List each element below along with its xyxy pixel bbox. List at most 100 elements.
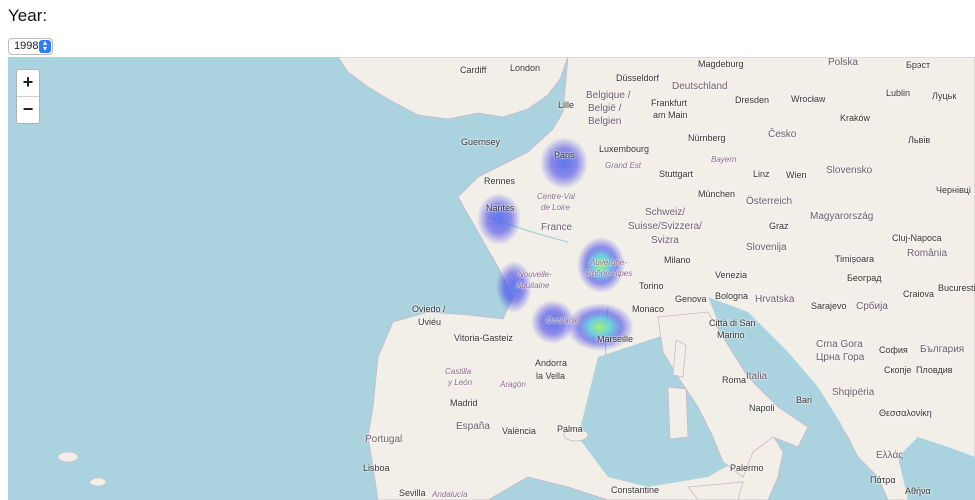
map-label: Palermo (730, 463, 764, 473)
map-label: Stuttgart (659, 169, 694, 179)
map-label: Polska (828, 57, 859, 68)
map-label: Madrid (450, 398, 478, 408)
map-label: Lille (558, 100, 575, 110)
year-select[interactable]: 1998 ▴ ▾ (8, 38, 53, 55)
map-label: Palma (557, 424, 583, 434)
map-label: Città di San (709, 318, 756, 328)
map-label: y León (448, 378, 473, 387)
map-label: Andorra (535, 358, 568, 368)
map-basemap (57, 57, 975, 500)
map-label: de Loire (541, 203, 570, 212)
map-label: Napoli (749, 403, 775, 413)
map-label: Луцьк (932, 91, 957, 101)
map-label: Genova (675, 294, 707, 304)
map-label: Slovenija (746, 242, 787, 253)
map-label: Nürnberg (688, 133, 726, 143)
map-label: România (907, 248, 948, 259)
map-label: Ελλάς (876, 450, 904, 461)
map-label: Aragón (500, 380, 526, 389)
map-label: Wrocław (791, 94, 826, 104)
zoom-in-button[interactable]: + (17, 70, 39, 96)
map-label: Lisboa (363, 463, 390, 473)
land-sardinia (667, 386, 689, 440)
map-label: Timișoara (835, 254, 875, 264)
map-label: Oviedo / (412, 304, 446, 314)
map-label: Česko (768, 129, 797, 140)
map-label: Kraków (840, 113, 871, 123)
map-label: Deutschland (672, 81, 728, 92)
map-label: Linz (753, 169, 770, 179)
map-label: España (456, 421, 490, 432)
zoom-out-button[interactable]: − (17, 96, 39, 123)
map-label: Venezia (715, 270, 748, 280)
map-label: Frankfurt (651, 98, 688, 108)
map-label: Vitoria-Gasteiz (454, 333, 513, 343)
map-label: Bayern (711, 155, 737, 164)
map-label: Львів (908, 135, 931, 145)
map-label: België / (588, 103, 622, 114)
map-label: Craiova (903, 289, 935, 299)
map-label: Portugal (365, 434, 403, 445)
map-label: Occitanie (546, 316, 580, 325)
map-label: Wien (786, 170, 807, 180)
map-label: Suisse/Svizzera/ (628, 221, 702, 232)
map-label: Auvergne- (590, 258, 627, 267)
map-label: France (541, 222, 573, 233)
map-label: Roma (722, 375, 747, 385)
map-label: Guernsey (461, 137, 501, 147)
map-label: Cardiff (460, 65, 487, 75)
map-label: Düsseldorf (616, 73, 660, 83)
map-label: Rhône-Alpes (586, 269, 633, 278)
map-label: München (698, 189, 736, 199)
map-label: Nouvelle- (518, 270, 552, 279)
map-label: London (510, 63, 541, 73)
map-label: Nantes (486, 203, 515, 213)
map-label: Schweiz/ (645, 207, 686, 218)
map-label: Cluj-Napoca (892, 233, 942, 243)
map-label: Sarajevo (811, 301, 847, 311)
map-label: Torino (639, 281, 664, 291)
map-label: Пловдив (916, 365, 953, 375)
select-arrows-icon: ▴ ▾ (39, 39, 51, 53)
land-island-2 (89, 477, 107, 487)
map-label: Castilla (445, 367, 472, 376)
map-label: Milano (664, 255, 691, 265)
heat-spot-nantes (477, 193, 521, 245)
map-label: Belgique / (586, 90, 631, 101)
land-island-1 (57, 451, 79, 463)
map-label: la Vella (536, 371, 566, 381)
map-label: Брэст (906, 60, 931, 70)
map-label: Monaco (632, 304, 665, 314)
heat-spot-paris (540, 137, 588, 189)
map-label: Црна Гора (816, 352, 865, 363)
map-label: Marino (717, 330, 745, 340)
map-label: Crna Gora (816, 339, 863, 350)
map-label: Magdeburg (698, 59, 744, 69)
map-label: Centre-Val (537, 192, 575, 201)
map-label: Hrvatska (755, 294, 795, 305)
map-label: Bari (796, 395, 813, 405)
map-label: Österreich (746, 196, 793, 207)
map-label: Αθήνα (905, 486, 931, 496)
map-label: Sevilla (399, 488, 426, 498)
map-label: София (879, 345, 908, 355)
map-label: Slovensko (826, 165, 873, 176)
year-select-value: 1998 (14, 40, 39, 52)
zoom-control: + − (16, 69, 40, 124)
map-label: Constantine (611, 485, 660, 495)
map-label: Uviéu (418, 317, 442, 327)
map-label: Shqipëria (832, 387, 875, 398)
map-label: Θεσσαλονίκη (879, 408, 932, 418)
map-label: Dresden (735, 95, 770, 105)
year-label: Year: (8, 6, 48, 25)
map-label: Magyarország (810, 211, 874, 222)
map-label: Graz (769, 221, 789, 231)
map-label: Lublin (886, 88, 911, 98)
map-label: Србија (856, 301, 888, 312)
map-label: am Main (653, 110, 688, 120)
map-label: Скопје (884, 365, 912, 375)
map-container[interactable]: Cardiff London Lille Belgique / België /… (8, 57, 975, 500)
map-label: Italia (746, 371, 768, 382)
map-label: Bucuresti (938, 283, 975, 293)
map-label: Grand Est (605, 161, 642, 170)
